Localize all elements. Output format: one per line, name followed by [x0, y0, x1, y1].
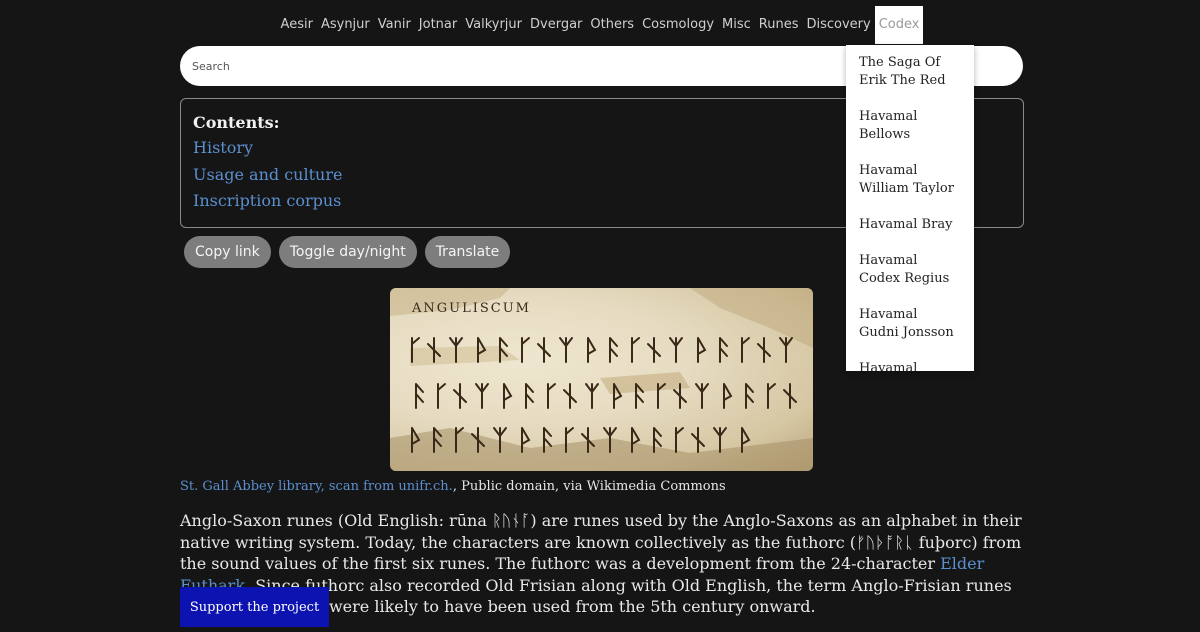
rune-stroke — [691, 427, 705, 453]
rune-stroke — [669, 337, 683, 363]
copy-link-button[interactable]: Copy link — [184, 236, 271, 268]
codex-menu-item[interactable]: Havamal William Taylor — [846, 153, 974, 207]
manuscript-heading: ANGULISCUM — [411, 301, 531, 316]
nav-link-discovery[interactable]: Discovery — [802, 6, 874, 44]
codex-menu-item[interactable]: Havamal — [846, 351, 974, 371]
image-caption: St. Gall Abbey library, scan from unifr.… — [180, 478, 726, 496]
translate-button[interactable]: Translate — [424, 236, 511, 268]
codex-menu-item[interactable]: The Saga Of Erik The Red — [846, 45, 974, 99]
nav-link-misc[interactable]: Misc — [718, 6, 755, 44]
rune-stroke — [713, 427, 727, 453]
nav-link-codex[interactable]: Codex — [874, 6, 924, 44]
nav-link-dvergar[interactable]: Dvergar — [526, 6, 586, 44]
rune-stroke — [767, 383, 776, 409]
nav-link-jotnar[interactable]: Jotnar — [415, 6, 461, 44]
rune-stroke — [585, 383, 599, 409]
rune-stroke — [437, 383, 446, 409]
rune-stroke — [757, 337, 771, 363]
nav-link-cosmology[interactable]: Cosmology — [638, 6, 718, 44]
rune-stroke — [547, 383, 556, 409]
rune-stroke — [783, 383, 797, 409]
codex-dropdown-menu: The Saga Of Erik The Red Havamal Bellows H… — [846, 45, 974, 371]
rune-stroke — [779, 337, 793, 363]
rune-stroke — [647, 337, 661, 363]
rune-stroke — [675, 427, 684, 453]
codex-menu-item[interactable]: Havamal Bellows — [846, 99, 974, 153]
rune-stroke — [609, 337, 618, 363]
rune-stroke — [415, 383, 424, 409]
rune-stroke — [745, 383, 754, 409]
nav-link-aesir[interactable]: Aesir — [277, 6, 317, 44]
image-caption-text: , Public domain, via Wikimedia Commons — [452, 479, 726, 494]
action-buttons: Copy link Toggle day/night Translate — [184, 236, 511, 268]
rune-stroke — [453, 383, 467, 409]
rune-stroke — [521, 337, 530, 363]
rune-stroke — [475, 383, 489, 409]
rune-stroke — [537, 337, 551, 363]
rune-stroke — [697, 337, 707, 363]
nav-link-others[interactable]: Others — [586, 6, 638, 44]
manuscript-scan: ANGULISCUM — [390, 288, 813, 471]
rune-manuscript-image: ANGULISCUM — [390, 288, 813, 471]
rune-stroke — [503, 383, 513, 409]
rune-stroke — [631, 337, 640, 363]
image-source-link[interactable]: St. Gall Abbey library, scan from unifr.… — [180, 479, 453, 494]
nav-link-asynjur[interactable]: Asynjur — [317, 6, 374, 44]
nav-link-vanir[interactable]: Vanir — [374, 6, 415, 44]
rune-stroke — [723, 383, 733, 409]
rune-stroke — [719, 337, 728, 363]
codex-menu-item[interactable]: Havamal Codex Regius — [846, 243, 974, 297]
nav-link-valkyrjur[interactable]: Valkyrjur — [461, 6, 526, 44]
rune-stroke — [525, 383, 534, 409]
codex-menu-item[interactable]: Havamal Gudni Jonsson — [846, 297, 974, 351]
rune-stroke — [587, 337, 597, 363]
support-project-button[interactable]: Support the project — [180, 587, 329, 627]
codex-menu-item[interactable]: Havamal Bray — [846, 207, 974, 243]
article-text-part1: Anglo-Saxon runes (Old English: rūna ᚱᚢᚾ… — [180, 511, 1022, 573]
top-navigation: Aesir Asynjur Vanir Jotnar Valkyrjur Dvergar O… — [0, 6, 1200, 44]
rune-stroke — [695, 383, 709, 409]
rune-stroke — [741, 337, 750, 363]
toggle-day-night-button[interactable]: Toggle day/night — [278, 236, 417, 268]
rune-stroke — [563, 383, 577, 409]
nav-link-runes[interactable]: Runes — [755, 6, 803, 44]
rune-stroke — [559, 337, 573, 363]
